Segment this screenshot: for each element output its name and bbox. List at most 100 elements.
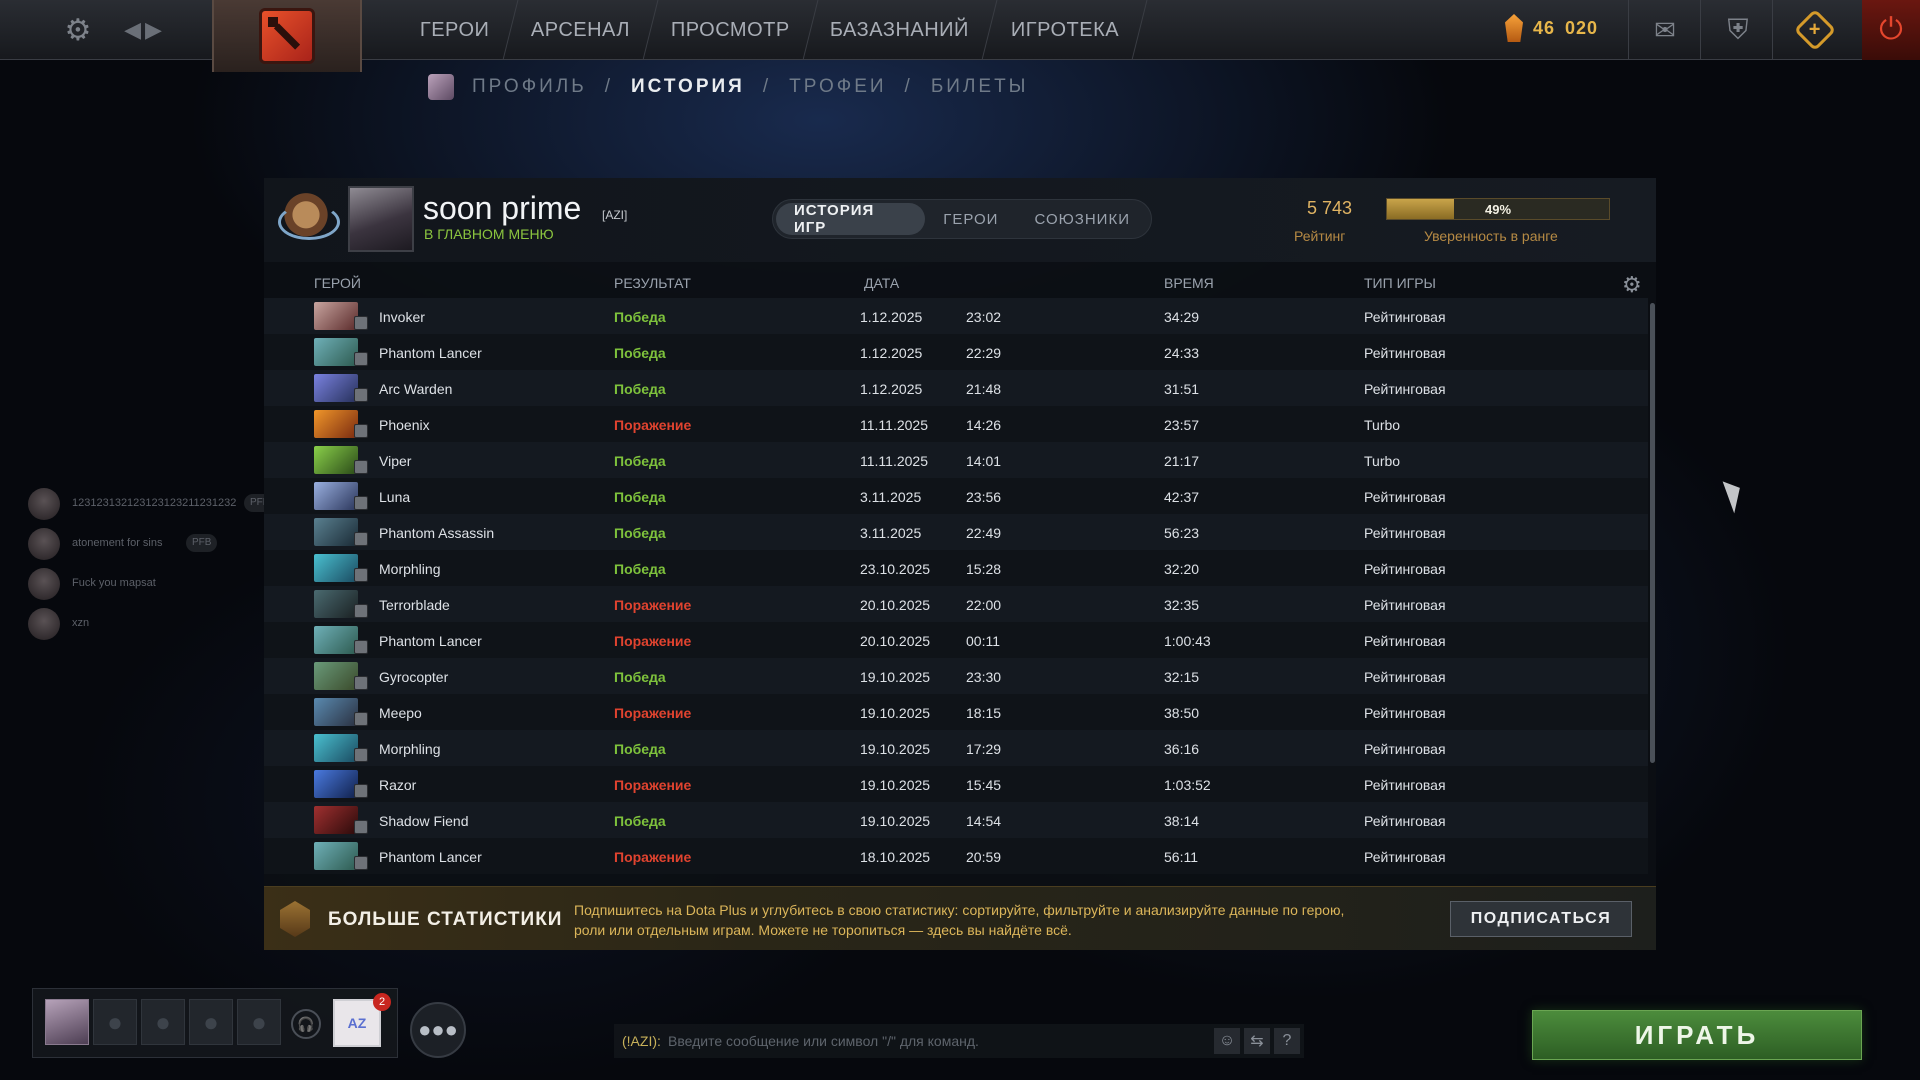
table-row[interactable]: Luna Победа 3.11.2025 23:56 42:37 Рейтинговая: [264, 478, 1648, 514]
match-time: 22:29: [966, 345, 1002, 361]
nav-watch[interactable]: ПРОСМОТР: [643, 0, 818, 60]
hero-portrait: [314, 770, 368, 800]
table-settings-gear-icon[interactable]: ⚙: [1622, 272, 1642, 298]
hero-portrait-icon: [314, 446, 358, 474]
table-row[interactable]: Shadow Fiend Победа 19.10.2025 14:54 38:14 Ре…: [264, 802, 1648, 838]
hero-name: Shadow Fiend: [379, 813, 469, 829]
guild-banner-icon[interactable]: ⛨: [1718, 12, 1758, 48]
back-arrow-icon[interactable]: ◀: [124, 17, 141, 43]
subnav-trophies[interactable]: ТРОФЕИ: [789, 76, 886, 98]
forward-arrow-icon[interactable]: ▶: [145, 17, 162, 43]
table-row[interactable]: Phantom Assassin Победа 3.11.2025 22:49 56:2…: [264, 514, 1648, 550]
match-time: 14:26: [966, 417, 1002, 433]
match-game-type: Рейтинговая: [1364, 705, 1446, 721]
player-status: В ГЛАВНОМ МЕНЮ: [424, 226, 554, 242]
rank-confidence-value: 49%: [1484, 201, 1512, 217]
match-game-type: Рейтинговая: [1364, 633, 1446, 649]
hero-name: Viper: [379, 453, 412, 469]
table-row[interactable]: Phoenix Поражение 11.11.2025 14:26 23:57 Turb…: [264, 406, 1648, 442]
home-logo-tab[interactable]: [212, 0, 362, 72]
chat-input[interactable]: [668, 1029, 1208, 1053]
role-icon: [354, 496, 368, 510]
shards-balance[interactable]: 46 020: [1505, 14, 1598, 42]
friend-item[interactable]: Fuck you mapsat: [26, 564, 296, 604]
hero-portrait: [314, 734, 368, 764]
col-hero[interactable]: ГЕРОЙ: [314, 275, 361, 291]
table-row[interactable]: Gyrocopter Победа 19.10.2025 23:30 32:15 Рейт…: [264, 658, 1648, 694]
table-row[interactable]: Phantom Lancer Поражение 18.10.2025 20:59 56…: [264, 838, 1648, 874]
subnav-profile[interactable]: ПРОФИЛЬ: [472, 76, 587, 98]
hero-portrait: [314, 482, 368, 512]
table-row[interactable]: Viper Победа 11.11.2025 14:01 21:17 Turbo: [264, 442, 1648, 478]
nav-armory[interactable]: АРСЕНАЛ: [503, 0, 659, 60]
play-button[interactable]: ИГРАТЬ: [1532, 1010, 1862, 1060]
party-slot-empty[interactable]: ●: [237, 999, 281, 1045]
col-date[interactable]: ДАТА: [864, 275, 899, 291]
hero-name: Morphling: [379, 741, 441, 757]
chat-wheel-icon[interactable]: ⇆: [1244, 1028, 1270, 1054]
nav-heroes[interactable]: ГЕРОИ: [392, 0, 518, 60]
hero-portrait: [314, 662, 368, 692]
party-slot-empty[interactable]: ●: [189, 999, 233, 1045]
col-game-type[interactable]: ТИП ИГРЫ: [1364, 275, 1436, 291]
table-row[interactable]: Phantom Lancer Победа 1.12.2025 22:29 24:33 Р…: [264, 334, 1648, 370]
table-row[interactable]: Terrorblade Поражение 20.10.2025 22:00 32:35…: [264, 586, 1648, 622]
hero-portrait: [314, 590, 368, 620]
match-duration: 1:03:52: [1164, 777, 1211, 793]
nav-knowledge-base[interactable]: БАЗАЗНАНИЙ: [802, 0, 998, 60]
match-result: Поражение: [614, 633, 692, 649]
mail-icon[interactable]: ✉: [1645, 15, 1685, 45]
dota-plus-button[interactable]: +: [1790, 8, 1840, 52]
table-row[interactable]: Morphling Победа 19.10.2025 17:29 36:16 Рейти…: [264, 730, 1648, 766]
voice-headset-icon[interactable]: 🎧: [291, 1009, 321, 1039]
friend-item[interactable]: atonement for sins PFB: [26, 524, 296, 564]
subnav-history[interactable]: ИСТОРИЯ: [631, 76, 745, 98]
table-row[interactable]: Phantom Lancer Поражение 20.10.2025 00:11 1:…: [264, 622, 1648, 658]
help-button[interactable]: ?: [1274, 1028, 1300, 1054]
avatar[interactable]: [348, 186, 414, 252]
match-time: 18:15: [966, 705, 1002, 721]
hero-name: Phoenix: [379, 417, 430, 433]
tab-allies[interactable]: СОЮЗНИКИ: [1016, 203, 1148, 235]
match-duration: 34:29: [1164, 309, 1200, 325]
table-row[interactable]: Meepo Поражение 19.10.2025 18:15 38:50 Рейтин…: [264, 694, 1648, 730]
emoji-icon[interactable]: ☺: [1214, 1028, 1240, 1054]
subscribe-button[interactable]: ПОДПИСАТЬСЯ: [1450, 901, 1632, 937]
dota-logo-icon: [259, 8, 315, 64]
party-slot-empty[interactable]: ●: [93, 999, 137, 1045]
table-row[interactable]: Invoker Победа 1.12.2025 23:02 34:29 Рейтинго…: [264, 298, 1648, 334]
col-duration[interactable]: ВРЕМЯ: [1164, 275, 1214, 291]
settings-gear-icon[interactable]: ⚙: [58, 10, 98, 50]
player-name: soon prime: [423, 190, 582, 226]
table-row[interactable]: Morphling Победа 23.10.2025 15:28 32:20 Рейти…: [264, 550, 1648, 586]
hero-name: Terrorblade: [379, 597, 450, 613]
tab-heroes[interactable]: ГЕРОИ: [925, 203, 1016, 235]
party-slot-self[interactable]: [45, 999, 89, 1045]
tab-match-history[interactable]: ИСТОРИЯ ИГР: [776, 202, 926, 236]
hero-name: Phantom Assassin: [379, 525, 495, 541]
match-result: Поражение: [614, 597, 692, 613]
table-row[interactable]: Arc Warden Победа 1.12.2025 21:48 31:51 Рейти…: [264, 370, 1648, 406]
match-game-type: Рейтинговая: [1364, 741, 1446, 757]
col-result[interactable]: РЕЗУЛЬТАТ: [614, 275, 691, 291]
role-icon: [354, 424, 368, 438]
status-badge: PFB: [186, 534, 218, 552]
chat-channel-prefix[interactable]: (!AZI):: [622, 1033, 661, 1049]
table-row[interactable]: Razor Поражение 19.10.2025 15:45 1:03:52 Рейт…: [264, 766, 1648, 802]
power-icon[interactable]: ⏻: [1862, 0, 1920, 60]
friend-item[interactable]: xzn: [26, 604, 296, 644]
friend-item[interactable]: 123123132123123123211231232 PFB: [26, 484, 296, 524]
match-date: 19.10.2025: [860, 741, 931, 757]
group-finder-icon[interactable]: ●●●: [410, 1002, 466, 1058]
nav-arcade[interactable]: ИГРОТЕКА: [983, 0, 1148, 60]
match-time: 22:49: [966, 525, 1002, 541]
party-slot-empty[interactable]: ●: [141, 999, 185, 1045]
scrollbar[interactable]: [1650, 303, 1655, 763]
shard-icon: [1505, 14, 1523, 42]
match-date: 20.10.2025: [860, 597, 931, 613]
hero-name: Morphling: [379, 561, 441, 577]
match-time: 17:29: [966, 741, 1002, 757]
rank-medal-icon[interactable]: [274, 186, 340, 250]
match-date: 19.10.2025: [860, 813, 931, 829]
subnav-tickets[interactable]: БИЛЕТЫ: [931, 76, 1029, 98]
